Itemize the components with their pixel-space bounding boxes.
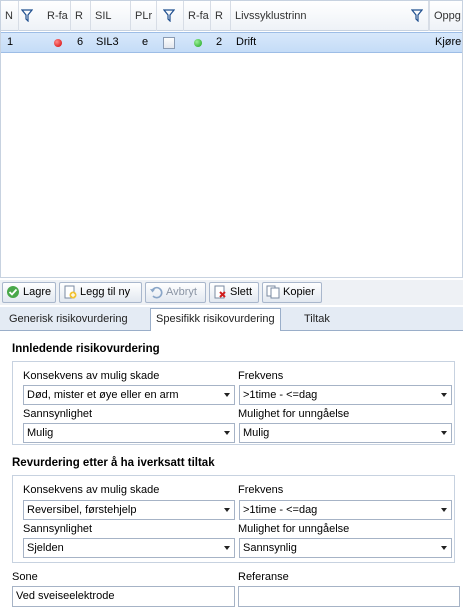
toolbar: Lagre Legg til ny Avbryt Slett Kopier <box>0 280 463 305</box>
unngaelse-select[interactable]: Mulig <box>239 423 452 443</box>
add-new-icon <box>64 285 77 299</box>
col-header-sil[interactable]: SIL <box>91 1 131 31</box>
initial-assessment-title: Innledende risikovurdering <box>12 343 160 355</box>
referanse-field[interactable] <box>238 586 460 607</box>
chevron-down-icon <box>441 508 447 512</box>
copy-label: Kopier <box>283 286 315 298</box>
col-header-r[interactable]: R <box>71 1 91 31</box>
delete-icon <box>214 285 226 299</box>
tab-generisk-risikovurdering[interactable]: Generisk risikovurdering <box>4 309 133 331</box>
add-new-label: Legg til ny <box>80 286 131 298</box>
cell-livssyklustrinn: Drift <box>236 36 257 48</box>
tab-bar: Generisk risikovurdering Spesifikk risik… <box>0 307 463 332</box>
konsekvens-label: Konsekvens av mulig skade <box>23 370 160 382</box>
col-header-livssyklustrinn[interactable]: Livssyklustrinn <box>231 1 429 31</box>
cell-plr: e <box>142 36 149 48</box>
konsekvens-select[interactable]: Død, mister et øye eller en arm <box>23 385 235 405</box>
undo-icon <box>150 286 163 299</box>
save-label: Lagre <box>23 286 52 298</box>
unngaelse-label: Mulighet for unngåelse <box>238 408 350 420</box>
konsekvens-label: Konsekvens av mulig skade <box>23 484 160 496</box>
save-button[interactable]: Lagre <box>2 282 56 303</box>
col-header-oppg[interactable]: Oppg <box>429 1 462 31</box>
cell-r-2: 2 <box>216 36 223 48</box>
col-header-n[interactable]: N <box>1 1 19 31</box>
konsekvens-value: Død, mister et øye eller en arm <box>27 389 179 401</box>
grid-header: N R-fa R SIL PLr R-fa R Livssyklustrinn … <box>1 1 462 31</box>
initial-assessment-group: Konsekvens av mulig skade Frekvens Død, … <box>12 361 455 445</box>
frekvens-select[interactable]: >1time - <=dag <box>239 500 452 520</box>
cell-r: 6 <box>77 36 84 48</box>
tab-tiltak[interactable]: Tiltak <box>299 309 335 331</box>
delete-label: Slett <box>230 286 253 298</box>
unngaelse-value: Mulig <box>243 427 270 439</box>
sannsynlighet-value: Sjelden <box>27 542 64 554</box>
frekvens-label: Frekvens <box>238 370 284 382</box>
unngaelse-select[interactable]: Sannsynlig <box>239 538 452 558</box>
cell-sil: SIL3 <box>96 36 119 48</box>
chevron-down-icon <box>224 431 230 435</box>
risk-grid: N R-fa R SIL PLr R-fa R Livssyklustrinn … <box>0 0 463 278</box>
unngaelse-value: Sannsynlig <box>243 542 297 554</box>
col-header-r-2[interactable]: R <box>211 1 231 31</box>
table-row[interactable]: 1 6 SIL3 e 2 Drift Kjøre <box>1 32 462 53</box>
filter-icon[interactable] <box>21 9 33 22</box>
sannsynlighet-select[interactable]: Mulig <box>23 423 235 443</box>
cancel-label: Avbryt <box>166 286 197 298</box>
col-header-r-fa-2[interactable]: R-fa <box>183 1 211 31</box>
chevron-down-icon <box>224 546 230 550</box>
revised-assessment-title: Revurdering etter å ha iverksatt tiltak <box>12 457 215 469</box>
risk-status-green-icon <box>194 39 202 47</box>
sannsynlighet-select[interactable]: Sjelden <box>23 538 235 558</box>
chevron-down-icon <box>441 431 447 435</box>
chevron-down-icon <box>441 393 447 397</box>
risk-status-red-icon <box>54 39 62 47</box>
chevron-down-icon <box>224 508 230 512</box>
revised-assessment-group: Konsekvens av mulig skade Frekvens Rever… <box>12 475 455 563</box>
filter-icon[interactable] <box>411 9 423 22</box>
save-icon <box>7 286 19 298</box>
cell-oppg: Kjøre <box>435 36 462 48</box>
unngaelse-label: Mulighet for unngåelse <box>238 523 350 535</box>
frekvens-select[interactable]: >1time - <=dag <box>239 385 452 405</box>
row-checkbox[interactable] <box>163 37 175 49</box>
cell-n: 1 <box>7 36 14 48</box>
filter-icon[interactable] <box>163 9 175 22</box>
tab-panel: Innledende risikovurdering Konsekvens av… <box>0 331 463 608</box>
col-header-plr[interactable]: PLr <box>131 1 157 31</box>
sone-field[interactable]: Ved sveiseelektrode <box>12 586 235 607</box>
copy-button[interactable]: Kopier <box>262 282 322 303</box>
konsekvens-value: Reversibel, førstehjelp <box>27 504 137 516</box>
col-header-r-fa[interactable]: R-fa <box>43 1 71 31</box>
copy-icon <box>266 285 280 299</box>
delete-button[interactable]: Slett <box>209 282 259 303</box>
referanse-label: Referanse <box>238 571 289 583</box>
chevron-down-icon <box>224 393 230 397</box>
tab-spesifikk-risikovurdering[interactable]: Spesifikk risikovurdering <box>150 308 281 332</box>
frekvens-value: >1time - <=dag <box>243 504 318 516</box>
sannsynlighet-label: Sannsynlighet <box>23 408 93 420</box>
sannsynlighet-value: Mulig <box>27 427 54 439</box>
sone-label: Sone <box>12 571 38 583</box>
chevron-down-icon <box>441 546 447 550</box>
frekvens-label: Frekvens <box>238 484 284 496</box>
cancel-button[interactable]: Avbryt <box>145 282 206 303</box>
konsekvens-select[interactable]: Reversibel, førstehjelp <box>23 500 235 520</box>
frekvens-value: >1time - <=dag <box>243 389 318 401</box>
sannsynlighet-label: Sannsynlighet <box>23 523 93 535</box>
add-new-button[interactable]: Legg til ny <box>59 282 142 303</box>
